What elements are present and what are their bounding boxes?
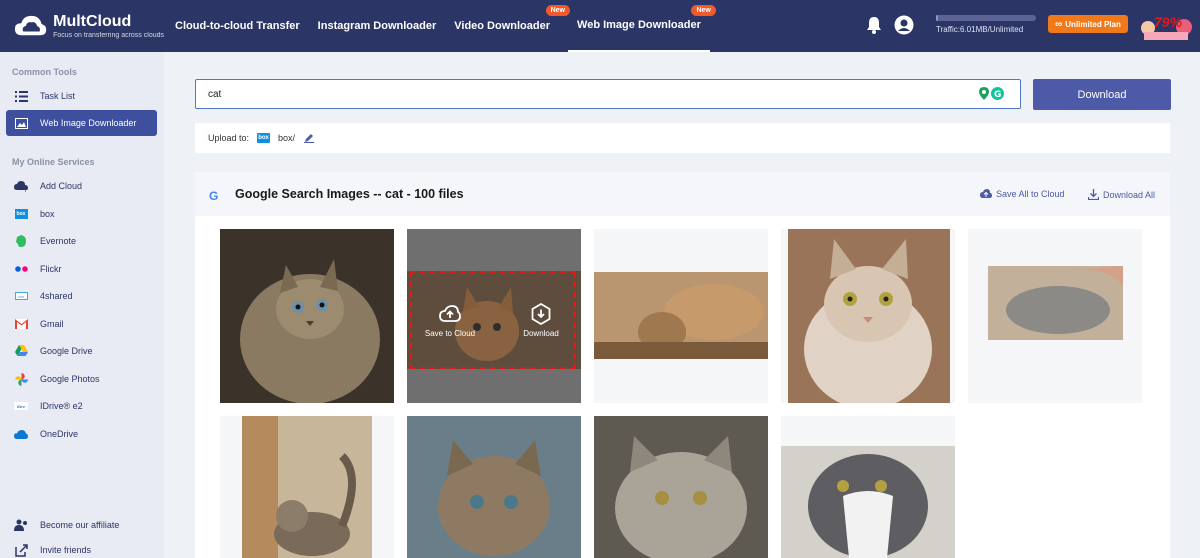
edit-pen-icon[interactable]	[304, 133, 315, 143]
google-logo-letter: G	[209, 189, 219, 203]
image-card[interactable]	[220, 416, 394, 558]
svg-text:G: G	[994, 90, 1001, 100]
sidebar: Common Tools Task List Web Image Downloa…	[0, 52, 164, 558]
google-photos-icon	[14, 372, 28, 386]
main-nav: Cloud-to-cloud Transfer Instagram Downlo…	[166, 0, 716, 52]
search-input[interactable]	[196, 80, 956, 108]
add-cloud-icon: +	[14, 179, 28, 193]
cat-image	[781, 446, 955, 558]
cloud-upload-icon	[439, 303, 461, 325]
google-logo-icon: G	[209, 189, 218, 203]
image-card[interactable]	[781, 229, 955, 403]
infinity-icon: ∞	[1055, 18, 1063, 30]
cat-image	[594, 272, 768, 359]
image-card[interactable]	[781, 416, 955, 558]
nav-cloud-to-cloud-transfer[interactable]: Cloud-to-cloud Transfer	[166, 0, 309, 52]
section-my-online-services: My Online Services	[12, 157, 95, 167]
google-drive-icon	[14, 344, 28, 358]
cloud-upload-icon	[980, 189, 992, 198]
sidebar-item-add-cloud[interactable]: + Add Cloud	[6, 173, 157, 199]
upload-label: Upload to:	[208, 133, 250, 143]
top-navbar: MultCloud Focus on transferring across c…	[0, 0, 1200, 52]
flickr-icon	[14, 262, 28, 276]
save-to-cloud-action[interactable]: Save to Cloud	[420, 303, 480, 338]
cat-image	[407, 416, 581, 558]
sidebar-item-task-list[interactable]: Task List	[6, 83, 157, 109]
download-action[interactable]: Download	[511, 303, 571, 338]
cat-image	[242, 416, 372, 558]
upload-path[interactable]: box/	[278, 133, 295, 143]
section-common-tools: Common Tools	[12, 67, 77, 77]
idrive-icon: iDrv	[14, 399, 28, 413]
promo-banner[interactable]: 79%	[1138, 10, 1194, 40]
gmail-icon	[14, 317, 28, 331]
results-panel: G Google Search Images -- cat - 100 file…	[195, 172, 1170, 558]
traffic-progress-fill	[936, 15, 938, 21]
brand-tagline: Focus on transferring across clouds	[53, 31, 164, 39]
new-badge: New	[545, 5, 571, 16]
sidebar-item-flickr[interactable]: Flickr	[6, 256, 157, 282]
save-all-to-cloud-button[interactable]: Save All to Cloud	[980, 189, 1065, 199]
cloud-logo-icon	[14, 15, 47, 36]
invite-icon	[14, 543, 28, 557]
search-box: G	[195, 79, 1021, 109]
promo-text: 79%	[1154, 14, 1183, 30]
onedrive-icon	[14, 427, 28, 441]
download-button[interactable]: Download	[1033, 79, 1171, 110]
grammarly-icon[interactable]: G	[991, 87, 1004, 100]
box-icon: box	[257, 133, 271, 143]
results-header: G Google Search Images -- cat - 100 file…	[195, 172, 1170, 216]
sidebar-item-become-affiliate[interactable]: Become our affiliate	[6, 512, 157, 538]
nav-web-image-downloader[interactable]: Web Image Downloader New	[568, 0, 716, 52]
results-title: Google Search Images -- cat - 100 files	[235, 187, 464, 201]
sidebar-item-idrive-e2[interactable]: iDrv IDrive® e2	[6, 393, 157, 419]
nav-video-downloader[interactable]: Video Downloader New	[445, 0, 571, 52]
traffic-progress-bar	[936, 15, 1036, 21]
multcloud-logo[interactable]: MultCloud Focus on transferring across c…	[14, 8, 164, 44]
image-card[interactable]	[594, 229, 768, 403]
nav-instagram-downloader[interactable]: Instagram Downloader	[309, 0, 446, 52]
sidebar-item-box[interactable]: box box	[6, 201, 157, 227]
image-card-hovered[interactable]: Save to Cloud Download	[407, 229, 581, 403]
hover-actions-highlight: Save to Cloud Download	[410, 271, 576, 369]
bell-icon[interactable]	[866, 16, 882, 34]
image-icon	[14, 116, 28, 130]
image-card[interactable]	[594, 416, 768, 558]
svg-text:+: +	[23, 187, 28, 192]
sidebar-item-4shared[interactable]: 4sh 4shared	[6, 283, 157, 309]
download-icon	[1088, 189, 1099, 200]
box-icon: box	[14, 207, 28, 221]
image-card[interactable]	[407, 416, 581, 558]
cat-image	[220, 229, 394, 403]
upload-destination-row: Upload to: box box/	[195, 123, 1170, 153]
download-all-button[interactable]: Download All	[1088, 189, 1155, 200]
new-badge: New	[691, 5, 716, 16]
brand-name: MultCloud	[53, 12, 132, 30]
sidebar-item-invite-friends[interactable]: Invite friends	[6, 537, 157, 558]
sidebar-item-google-drive[interactable]: Google Drive	[6, 338, 157, 364]
location-pin-icon[interactable]	[979, 87, 989, 100]
sidebar-item-web-image-downloader[interactable]: Web Image Downloader	[6, 110, 157, 136]
evernote-icon	[14, 234, 28, 248]
cat-image	[594, 416, 768, 558]
image-card[interactable]	[220, 229, 394, 403]
sidebar-item-evernote[interactable]: Evernote	[6, 228, 157, 254]
sidebar-item-gmail[interactable]: Gmail	[6, 311, 157, 337]
list-icon	[14, 89, 28, 103]
traffic-text: Traffic:6.01MB/Unlimited	[936, 25, 1024, 34]
unlimited-plan-button[interactable]: ∞ Unlimited Plan	[1048, 15, 1128, 33]
affiliate-icon	[14, 518, 28, 532]
4shared-icon: 4sh	[14, 289, 28, 303]
cat-image	[988, 266, 1123, 340]
cat-image	[788, 229, 950, 403]
user-avatar-icon[interactable]	[894, 15, 914, 35]
sidebar-item-onedrive[interactable]: OneDrive	[6, 421, 157, 447]
search-extension-icons: G	[979, 87, 1004, 100]
image-card[interactable]	[968, 229, 1142, 403]
download-circle-icon	[530, 303, 552, 325]
sidebar-item-google-photos[interactable]: Google Photos	[6, 366, 157, 392]
